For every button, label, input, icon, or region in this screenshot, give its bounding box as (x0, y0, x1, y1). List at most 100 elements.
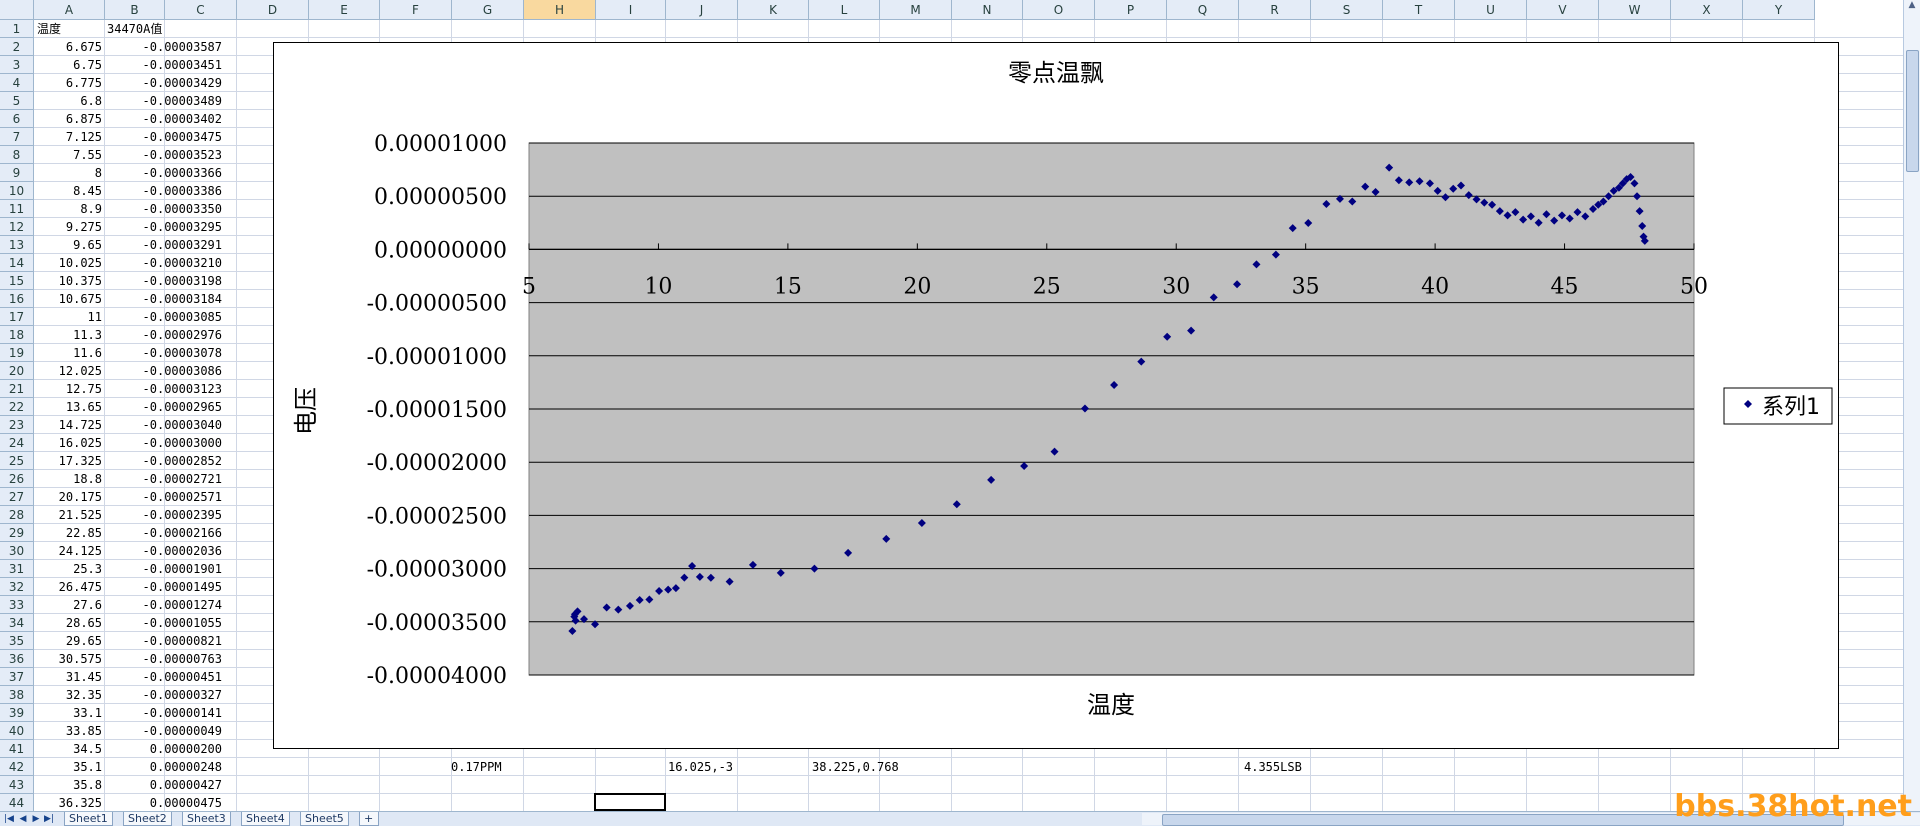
cell-b9[interactable]: -0.00003366 (105, 164, 222, 182)
cell-b44[interactable]: 0.00000475 (105, 794, 222, 812)
cell-b31[interactable]: -0.00001901 (105, 560, 222, 578)
cell-b10[interactable]: -0.00003386 (105, 182, 222, 200)
column-header-l[interactable]: L (809, 0, 880, 20)
cell-b38[interactable]: -0.00000327 (105, 686, 222, 704)
row-header-15[interactable]: 15 (0, 272, 34, 290)
cell-b6[interactable]: -0.00003402 (105, 110, 222, 128)
cell-a6[interactable]: 6.875 (34, 110, 102, 128)
row-header-5[interactable]: 5 (0, 92, 34, 110)
cell-b19[interactable]: -0.00003078 (105, 344, 222, 362)
column-header-s[interactable]: S (1311, 0, 1383, 20)
cell-b3[interactable]: -0.00003451 (105, 56, 222, 74)
row-header-40[interactable]: 40 (0, 722, 34, 740)
column-header-a[interactable]: A (34, 0, 105, 20)
row-header-20[interactable]: 20 (0, 362, 34, 380)
cell-b41[interactable]: 0.00000200 (105, 740, 222, 758)
cell-a22[interactable]: 13.65 (34, 398, 102, 416)
cell-a5[interactable]: 6.8 (34, 92, 102, 110)
cell-b4[interactable]: -0.00003429 (105, 74, 222, 92)
cell-b23[interactable]: -0.00003040 (105, 416, 222, 434)
cell-a20[interactable]: 12.025 (34, 362, 102, 380)
scroll-thumb[interactable] (1906, 50, 1919, 172)
cell-a34[interactable]: 28.65 (34, 614, 102, 632)
cell-a31[interactable]: 25.3 (34, 560, 102, 578)
cell-b21[interactable]: -0.00003123 (105, 380, 222, 398)
cell-b12[interactable]: -0.00003295 (105, 218, 222, 236)
cell-a44[interactable]: 36.325 (34, 794, 102, 812)
column-header-h[interactable]: H (524, 0, 596, 20)
row-header-14[interactable]: 14 (0, 254, 34, 272)
row-header-33[interactable]: 33 (0, 596, 34, 614)
cell-a43[interactable]: 35.8 (34, 776, 102, 794)
cell-b13[interactable]: -0.00003291 (105, 236, 222, 254)
row-header-27[interactable]: 27 (0, 488, 34, 506)
next-sheet-icon[interactable]: ▶ (31, 813, 41, 825)
cell-b39[interactable]: -0.00000141 (105, 704, 222, 722)
column-header-t[interactable]: T (1383, 0, 1455, 20)
cell-a14[interactable]: 10.025 (34, 254, 102, 272)
row-header-18[interactable]: 18 (0, 326, 34, 344)
cell-b8[interactable]: -0.00003523 (105, 146, 222, 164)
column-header-g[interactable]: G (452, 0, 524, 20)
cell-b28[interactable]: -0.00002395 (105, 506, 222, 524)
cell-a33[interactable]: 27.6 (34, 596, 102, 614)
cell-i42[interactable]: 16.025,-3 (668, 758, 733, 776)
cell-a26[interactable]: 18.8 (34, 470, 102, 488)
cell-f42[interactable]: 0.17PPM (451, 758, 502, 776)
cell-a25[interactable]: 17.325 (34, 452, 102, 470)
sheet-tab-4[interactable]: Sheet4 (241, 812, 290, 826)
cell-a29[interactable]: 22.85 (34, 524, 102, 542)
row-header-12[interactable]: 12 (0, 218, 34, 236)
cell-a17[interactable]: 11 (34, 308, 102, 326)
row-header-11[interactable]: 11 (0, 200, 34, 218)
cell-a3[interactable]: 6.75 (34, 56, 102, 74)
cell-a19[interactable]: 11.6 (34, 344, 102, 362)
row-header-32[interactable]: 32 (0, 578, 34, 596)
row-header-38[interactable]: 38 (0, 686, 34, 704)
cell-b36[interactable]: -0.00000763 (105, 650, 222, 668)
column-header-c[interactable]: C (165, 0, 237, 20)
sheet-tab-5[interactable]: Sheet5 (300, 812, 349, 826)
cell-b16[interactable]: -0.00003184 (105, 290, 222, 308)
cell-a2[interactable]: 6.675 (34, 38, 102, 56)
cell-b26[interactable]: -0.00002721 (105, 470, 222, 488)
row-header-44[interactable]: 44 (0, 794, 34, 812)
cell-b42[interactable]: 0.00000248 (105, 758, 222, 776)
cell-b34[interactable]: -0.00001055 (105, 614, 222, 632)
row-header-39[interactable]: 39 (0, 704, 34, 722)
cell-a21[interactable]: 12.75 (34, 380, 102, 398)
cell-a35[interactable]: 29.65 (34, 632, 102, 650)
column-header-x[interactable]: X (1671, 0, 1743, 20)
cell-b33[interactable]: -0.00001274 (105, 596, 222, 614)
row-header-1[interactable]: 1 (0, 20, 34, 38)
row-header-17[interactable]: 17 (0, 308, 34, 326)
cell-b30[interactable]: -0.00002036 (105, 542, 222, 560)
row-header-28[interactable]: 28 (0, 506, 34, 524)
first-sheet-icon[interactable]: |◀ (4, 813, 14, 825)
cell-b11[interactable]: -0.00003350 (105, 200, 222, 218)
row-header-3[interactable]: 3 (0, 56, 34, 74)
cell-b24[interactable]: -0.00003000 (105, 434, 222, 452)
cell-b35[interactable]: -0.00000821 (105, 632, 222, 650)
cell-b32[interactable]: -0.00001495 (105, 578, 222, 596)
row-header-13[interactable]: 13 (0, 236, 34, 254)
row-header-2[interactable]: 2 (0, 38, 34, 56)
cell-k42[interactable]: 38.225,0.768 (812, 758, 899, 776)
column-header-b[interactable]: B (105, 0, 165, 20)
row-header-23[interactable]: 23 (0, 416, 34, 434)
chart-object[interactable]: 0.00001000 0.00000500 0.00000000 -0.0000050… (273, 42, 1839, 749)
cell-b17[interactable]: -0.00003085 (105, 308, 222, 326)
row-header-22[interactable]: 22 (0, 398, 34, 416)
cell-a39[interactable]: 33.1 (34, 704, 102, 722)
column-header-u[interactable]: U (1455, 0, 1527, 20)
cell-q42[interactable]: 4.355LSB (1244, 758, 1302, 776)
row-header-25[interactable]: 25 (0, 452, 34, 470)
cell-b22[interactable]: -0.00002965 (105, 398, 222, 416)
cell-a38[interactable]: 32.35 (34, 686, 102, 704)
cell-a18[interactable]: 11.3 (34, 326, 102, 344)
active-cell-cursor[interactable] (594, 793, 666, 811)
sheet-tab-2[interactable]: Sheet2 (123, 812, 172, 826)
column-header-v[interactable]: V (1527, 0, 1599, 20)
column-header-i[interactable]: I (596, 0, 666, 20)
column-header-j[interactable]: J (666, 0, 738, 20)
